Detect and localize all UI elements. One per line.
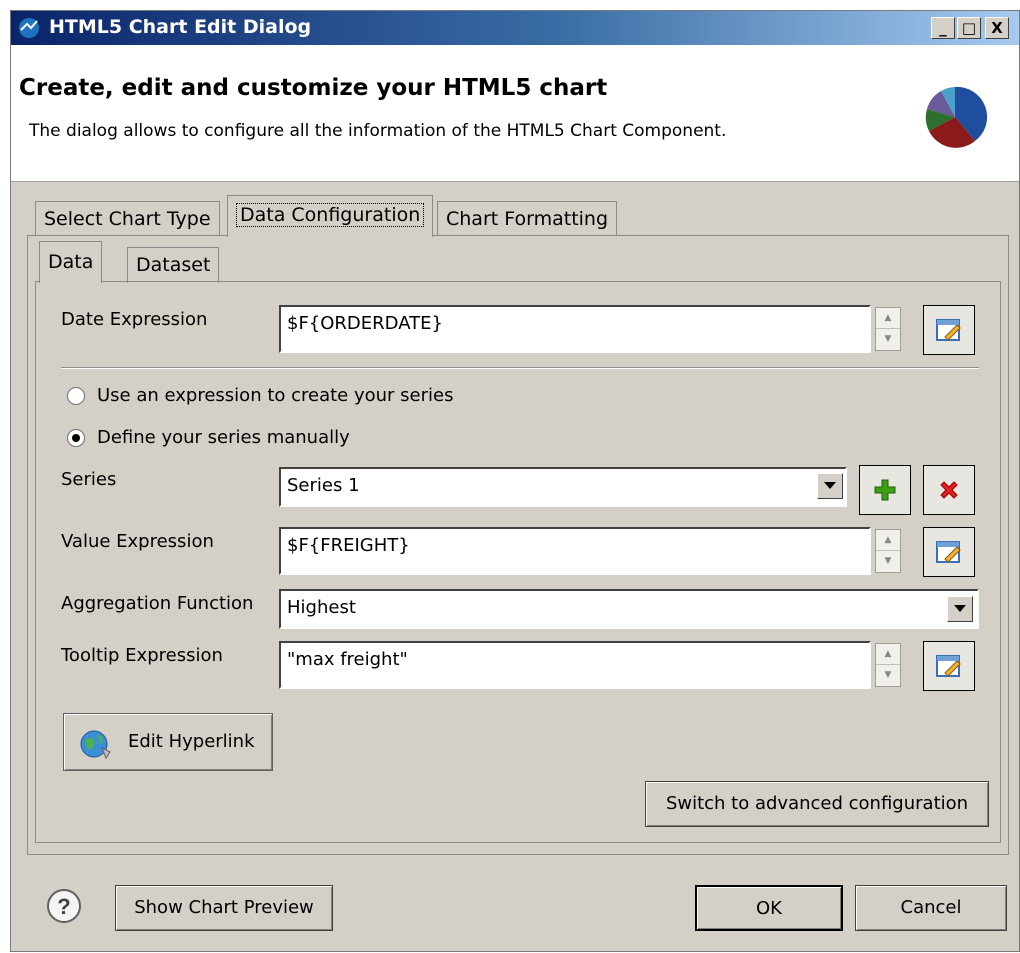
add-series-button[interactable] [859,465,911,515]
tab-select-chart-type[interactable]: Select Chart Type [35,201,220,235]
series-label: Series [61,469,117,490]
date-expression-edit-button[interactable] [923,305,975,355]
radio-selected-dot [72,434,80,442]
tab-chart-formatting[interactable]: Chart Formatting [437,201,618,235]
edit-expression-icon [936,319,961,341]
separator [61,367,979,369]
pie-chart-icon [925,86,987,148]
value-expression-field[interactable]: $F{FREIGHT} [279,527,871,575]
tooltip-expression-spinner[interactable]: ▲ ▼ [875,643,901,687]
tooltip-expression-edit-button[interactable] [923,641,975,691]
tooltip-expression-label: Tooltip Expression [61,645,223,666]
subtab-dataset[interactable]: Dataset [127,247,220,283]
chevron-down-icon [954,605,966,612]
show-chart-preview-button[interactable]: Show Chart Preview [115,885,333,931]
header-title: Create, edit and customize your HTML5 ch… [19,75,608,101]
window-title: HTML5 Chart Edit Dialog [49,16,312,38]
radio-manual-series-label: Define your series manually [97,427,350,448]
tooltip-expression-field[interactable]: "max freight" [279,641,871,689]
title-bar[interactable]: HTML5 Chart Edit Dialog _ □ X [11,11,1019,45]
remove-series-button[interactable] [923,465,975,515]
edit-hyperlink-label: Edit Hyperlink [128,731,255,752]
value-expression-spinner[interactable]: ▲ ▼ [875,529,901,573]
date-expression-field[interactable]: $F{ORDERDATE} [279,305,871,353]
help-icon[interactable]: ? [45,887,83,925]
date-expression-label: Date Expression [61,309,208,330]
maximize-button[interactable]: □ [957,17,981,39]
switch-advanced-button[interactable]: Switch to advanced configuration [645,781,989,827]
tab-data-configuration-label: Data Configuration [236,203,425,227]
dialog-window: HTML5 Chart Edit Dialog _ □ X Create, ed… [10,10,1020,952]
edit-expression-icon [936,541,961,563]
aggregation-dropdown-button[interactable] [947,596,973,622]
edit-expression-icon [936,655,961,677]
header-description: The dialog allows to configure all the i… [29,121,727,141]
series-select[interactable]: Series 1 [279,467,847,507]
help-glyph: ? [57,894,70,919]
close-button[interactable]: X [985,17,1009,39]
ok-button[interactable]: OK [695,885,843,931]
radio-expression-series-label: Use an expression to create your series [97,385,454,406]
globe-icon [80,730,111,760]
subtab-data[interactable]: Data [39,241,103,283]
chevron-down-icon [824,482,836,489]
value-expression-edit-button[interactable] [923,527,975,577]
plus-icon [874,479,896,501]
edit-hyperlink-button[interactable]: Edit Hyperlink [63,713,273,771]
delete-icon [940,481,958,499]
aggregation-function-select[interactable]: Highest [279,589,979,629]
app-icon [19,18,39,38]
radio-manual-series[interactable] [67,429,85,447]
cancel-button[interactable]: Cancel [855,885,1007,931]
date-expression-spinner[interactable]: ▲ ▼ [875,307,901,351]
tab-data-configuration[interactable]: Data Configuration [227,195,434,237]
series-dropdown-button[interactable] [817,473,843,499]
aggregation-function-label: Aggregation Function [61,593,254,614]
radio-expression-series[interactable] [67,387,85,405]
dialog-header: Create, edit and customize your HTML5 ch… [11,45,1019,182]
value-expression-label: Value Expression [61,531,214,552]
minimize-button[interactable]: _ [931,17,955,39]
